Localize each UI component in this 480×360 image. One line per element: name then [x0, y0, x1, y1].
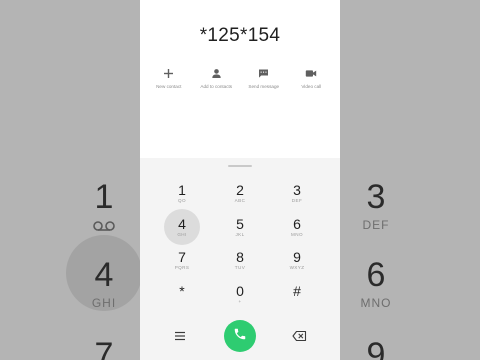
key-digit: 5 [236, 216, 244, 232]
phone-icon [233, 327, 247, 346]
backdrop-letters: GHI [91, 296, 117, 310]
key-letters: MNO [291, 232, 303, 237]
key-8[interactable]: 8 TUV [220, 245, 260, 277]
key-4[interactable]: 4 GHI [162, 209, 202, 245]
dialed-number[interactable]: *125*154 [140, 25, 340, 47]
call-button[interactable] [224, 320, 256, 352]
key-letters: PQRS [174, 265, 190, 270]
backdrop-key-9: 9 [334, 336, 418, 360]
key-digit: 9 [293, 249, 301, 265]
backdrop-digit: 7 [94, 336, 114, 360]
action-label: New contact [156, 84, 182, 89]
key-3[interactable]: 3 DEF [277, 178, 317, 210]
key-7[interactable]: 7 PQRS [162, 245, 202, 277]
backdrop-key-4: 4 GHI [62, 256, 146, 310]
backdrop-digit: 1 [94, 178, 114, 216]
video-frame: 1 4 GHI 7 3 DEF 6 MNO 9 *125*154 New con… [0, 0, 480, 360]
key-digit: 6 [293, 216, 301, 232]
key-letters: QO [178, 198, 186, 203]
backdrop-letters: MNO [360, 296, 392, 310]
key-letters [277, 299, 317, 305]
key-digit: * [179, 283, 185, 299]
dialer-screen: *125*154 New contact Add to contacts Sen… [140, 0, 340, 360]
new-contact-button[interactable]: New contact [146, 68, 192, 89]
backdrop-letters: DEF [362, 218, 390, 232]
backdrop-key-7: 7 [62, 336, 146, 360]
add-to-contacts-button[interactable]: Add to contacts [193, 68, 239, 89]
key-2[interactable]: 2 ABC [220, 178, 260, 210]
plus-icon [163, 68, 174, 79]
key-hash[interactable]: # [277, 279, 317, 311]
quick-actions-row: New contact Add to contacts Send message… [140, 68, 340, 89]
key-digit: # [293, 283, 301, 299]
key-letters: WXYZ [289, 265, 305, 270]
backdrop-key-6: 6 MNO [334, 256, 418, 310]
backdrop-digit: 9 [366, 336, 386, 360]
key-1[interactable]: 1 QO [162, 178, 202, 210]
dialpad-sheet: 1 QO 2 ABC 3 DEF 4 GHI 5 JKL 6 MNO 7 PQR… [140, 158, 340, 360]
key-letters: + [238, 299, 242, 304]
message-icon [258, 68, 269, 79]
backdrop-digit: 3 [366, 178, 386, 216]
backspace-button[interactable] [290, 328, 310, 344]
key-digit: 7 [178, 249, 186, 265]
key-digit: 4 [178, 216, 186, 232]
send-message-button[interactable]: Send message [241, 68, 287, 89]
dialer-bottom-bar [140, 316, 340, 356]
backdrop-key-1: 1 [62, 178, 146, 232]
key-digit: 2 [236, 182, 244, 198]
backdrop-digit: 6 [366, 256, 386, 294]
backdrop-key-3: 3 DEF [334, 178, 418, 232]
key-letters: GHI [177, 232, 187, 237]
menu-icon [170, 331, 190, 348]
key-letters: DEF [291, 198, 303, 203]
voicemail-icon [62, 220, 146, 232]
key-star[interactable]: * [162, 279, 202, 311]
key-6[interactable]: 6 MNO [277, 212, 317, 244]
backspace-icon [290, 330, 310, 348]
action-label: Add to contacts [200, 84, 233, 89]
key-letters: ABC [234, 198, 246, 203]
video-call-button[interactable]: Video call [288, 68, 334, 89]
menu-button[interactable] [170, 328, 190, 344]
key-digit: 0 [236, 283, 244, 299]
action-label: Video call [301, 84, 322, 89]
backdrop-digit: 4 [94, 256, 114, 294]
key-letters: TUV [234, 265, 246, 270]
key-letters: JKL [235, 232, 245, 237]
action-label: Send message [248, 84, 280, 89]
key-digit: 3 [293, 182, 301, 198]
video-icon [305, 68, 317, 79]
key-5[interactable]: 5 JKL [220, 212, 260, 244]
person-icon [211, 68, 222, 79]
key-digit: 8 [236, 249, 244, 265]
key-0[interactable]: 0 + [220, 279, 260, 311]
key-letters [162, 299, 202, 305]
key-9[interactable]: 9 WXYZ [277, 245, 317, 277]
key-digit: 1 [178, 182, 186, 198]
